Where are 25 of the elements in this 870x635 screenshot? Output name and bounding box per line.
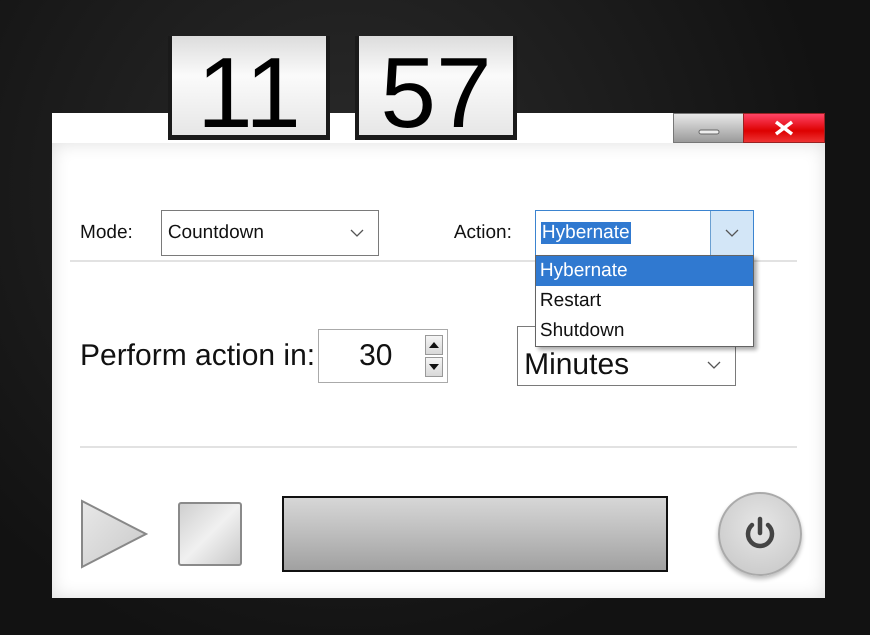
chevron-down-icon: [724, 229, 739, 237]
delay-label: Perform action in:: [80, 339, 316, 373]
dropdown-option[interactable]: Restart: [536, 286, 753, 316]
dropdown-option[interactable]: Hybernate: [536, 256, 753, 286]
chevron-down-icon: [707, 361, 722, 369]
hours-display: 11: [168, 36, 330, 140]
minimize-button[interactable]: [673, 113, 743, 143]
up-icon: [429, 342, 440, 348]
action-label: Action:: [454, 222, 512, 244]
increment-button[interactable]: [425, 335, 444, 355]
down-icon: [429, 364, 440, 370]
minimize-icon: [698, 129, 720, 135]
number-field[interactable]: 30: [318, 329, 448, 383]
stop-button[interactable]: [178, 502, 242, 566]
minutes-display: 57: [355, 36, 517, 140]
decrement-button[interactable]: [425, 357, 444, 377]
play-icon: [80, 499, 148, 569]
mode-label: Mode:: [80, 222, 133, 244]
mode-dropdown[interactable]: Countdown: [160, 210, 379, 256]
play-button[interactable]: [80, 499, 148, 569]
close-icon: [773, 120, 795, 136]
power-button[interactable]: [718, 492, 802, 576]
dropdown-option[interactable]: Shutdown: [536, 316, 753, 346]
chevron-down-icon: [350, 229, 364, 237]
close-button[interactable]: [743, 113, 825, 143]
